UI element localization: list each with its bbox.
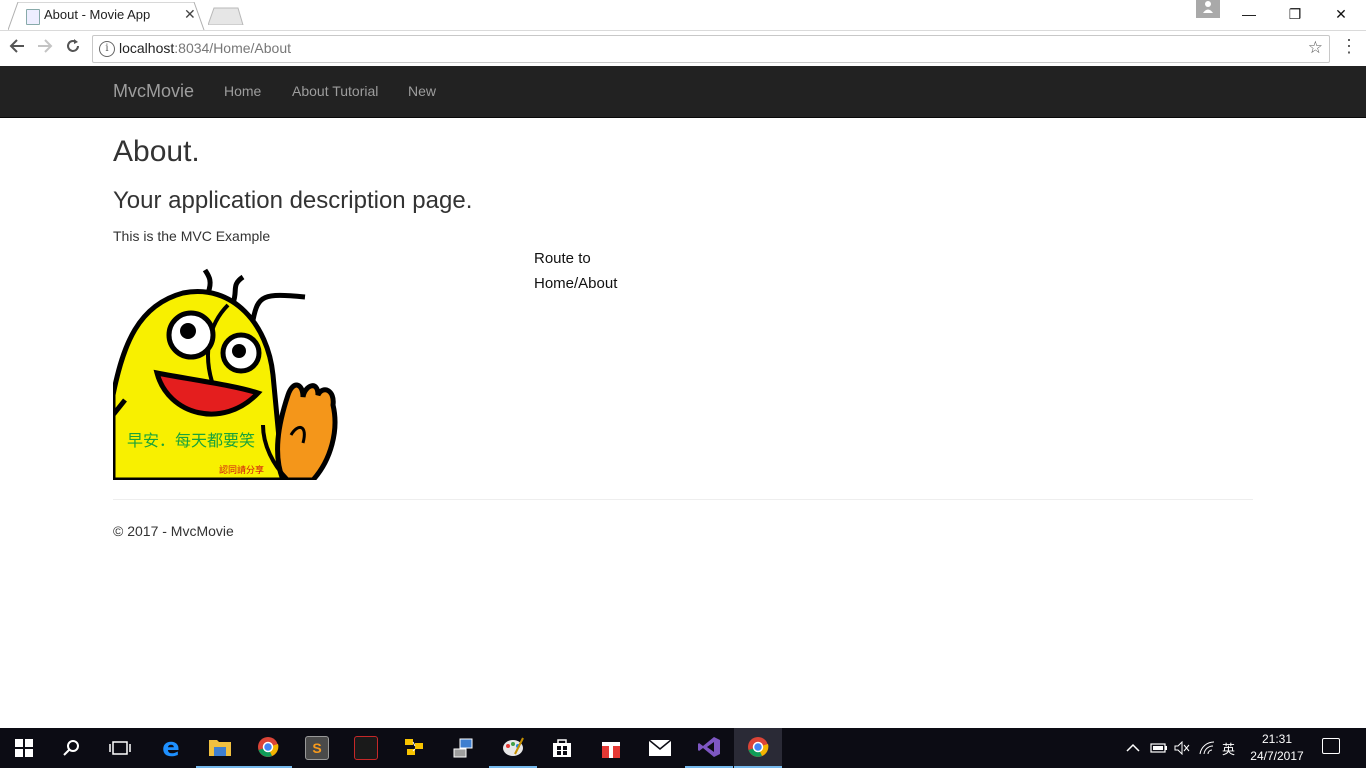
start-icon[interactable]	[0, 728, 48, 768]
battery-icon[interactable]	[1150, 728, 1168, 768]
forward-arrow-icon[interactable]	[33, 37, 57, 61]
new-tab-button[interactable]	[208, 7, 244, 25]
notification-center-icon[interactable]	[1322, 738, 1340, 754]
mascot-small-caption: 認同請分享	[219, 464, 264, 476]
sublime-icon[interactable]: S	[293, 728, 341, 768]
mascot-caption: 早安．每天都要笑	[127, 431, 255, 450]
navbar-brand[interactable]: MvcMovie	[113, 81, 194, 102]
url-text[interactable]: localhost:8034/Home/About	[119, 40, 291, 56]
page-text: This is the MVC Example	[113, 228, 271, 244]
profile-icon[interactable]	[1196, 0, 1220, 18]
browser-toolbar: i localhost:8034/Home/About ☆	[0, 30, 1366, 67]
browser-menu-icon[interactable]: ⋮	[1340, 36, 1358, 57]
paint-icon[interactable]	[489, 728, 537, 768]
show-hidden-icons-icon[interactable]	[1126, 728, 1140, 768]
footer-divider	[113, 499, 1253, 500]
gift-icon[interactable]	[587, 728, 635, 768]
wifi-icon[interactable]	[1199, 728, 1215, 768]
page-title: About.	[113, 135, 200, 168]
edge-icon[interactable]: e	[147, 728, 195, 768]
window-minimize-button[interactable]: —	[1226, 0, 1272, 28]
route-info: Route to Home/About	[534, 246, 617, 296]
clock-time: 21:31	[1261, 732, 1293, 746]
person-icon	[1203, 1, 1213, 13]
chrome-active-icon[interactable]	[734, 728, 782, 768]
windows-taskbar: e S 英 21:31 24/7/2017	[0, 728, 1366, 768]
bookmark-star-icon[interactable]: ☆	[1308, 38, 1323, 58]
reload-icon[interactable]	[61, 37, 85, 61]
search-icon[interactable]	[48, 728, 96, 768]
back-arrow-icon[interactable]	[5, 37, 29, 61]
task-view-icon[interactable]	[96, 728, 144, 768]
nav-link-home[interactable]: Home	[224, 83, 261, 99]
window-restore-button[interactable]: ❐	[1272, 0, 1318, 28]
ime-indicator[interactable]: 英	[1222, 728, 1235, 768]
tab-close-icon[interactable]: ✕	[184, 6, 196, 23]
browser-tab-bar: About - Movie App ✕ — ❐ ✕	[0, 0, 1366, 30]
file-explorer-icon[interactable]	[196, 728, 244, 768]
tortoise-icon[interactable]	[391, 728, 439, 768]
route-line-2: Home/About	[534, 275, 618, 292]
route-line-1: Route to	[534, 250, 591, 267]
window-close-button[interactable]: ✕	[1318, 0, 1364, 28]
nav-link-about-tutorial[interactable]: About Tutorial	[292, 83, 378, 99]
network-tool-icon[interactable]	[440, 728, 488, 768]
site-info-icon[interactable]: i	[99, 41, 115, 57]
visual-studio-icon[interactable]	[685, 728, 733, 768]
mascot-image: 早安．每天都要笑 認同請分享	[110, 265, 339, 483]
nav-link-new[interactable]: New	[408, 83, 436, 99]
tab-title: About - Movie App	[44, 7, 151, 22]
mail-icon[interactable]	[636, 728, 684, 768]
acrobat-icon[interactable]	[342, 728, 390, 768]
browser-tab[interactable]: About - Movie App ✕	[8, 2, 205, 30]
chrome-icon[interactable]	[244, 728, 292, 768]
footer-text: © 2017 - MvcMovie	[113, 523, 234, 539]
volume-muted-icon[interactable]	[1174, 728, 1190, 768]
page-subtitle: Your application description page.	[113, 187, 473, 214]
store-icon[interactable]	[538, 728, 586, 768]
taskbar-clock[interactable]: 21:31 24/7/2017	[1244, 731, 1310, 765]
page-favicon-icon	[26, 9, 40, 25]
address-bar[interactable]: i localhost:8034/Home/About ☆	[92, 35, 1330, 63]
clock-date: 24/7/2017	[1250, 749, 1304, 763]
site-navbar: MvcMovie Home About Tutorial New	[0, 66, 1366, 118]
